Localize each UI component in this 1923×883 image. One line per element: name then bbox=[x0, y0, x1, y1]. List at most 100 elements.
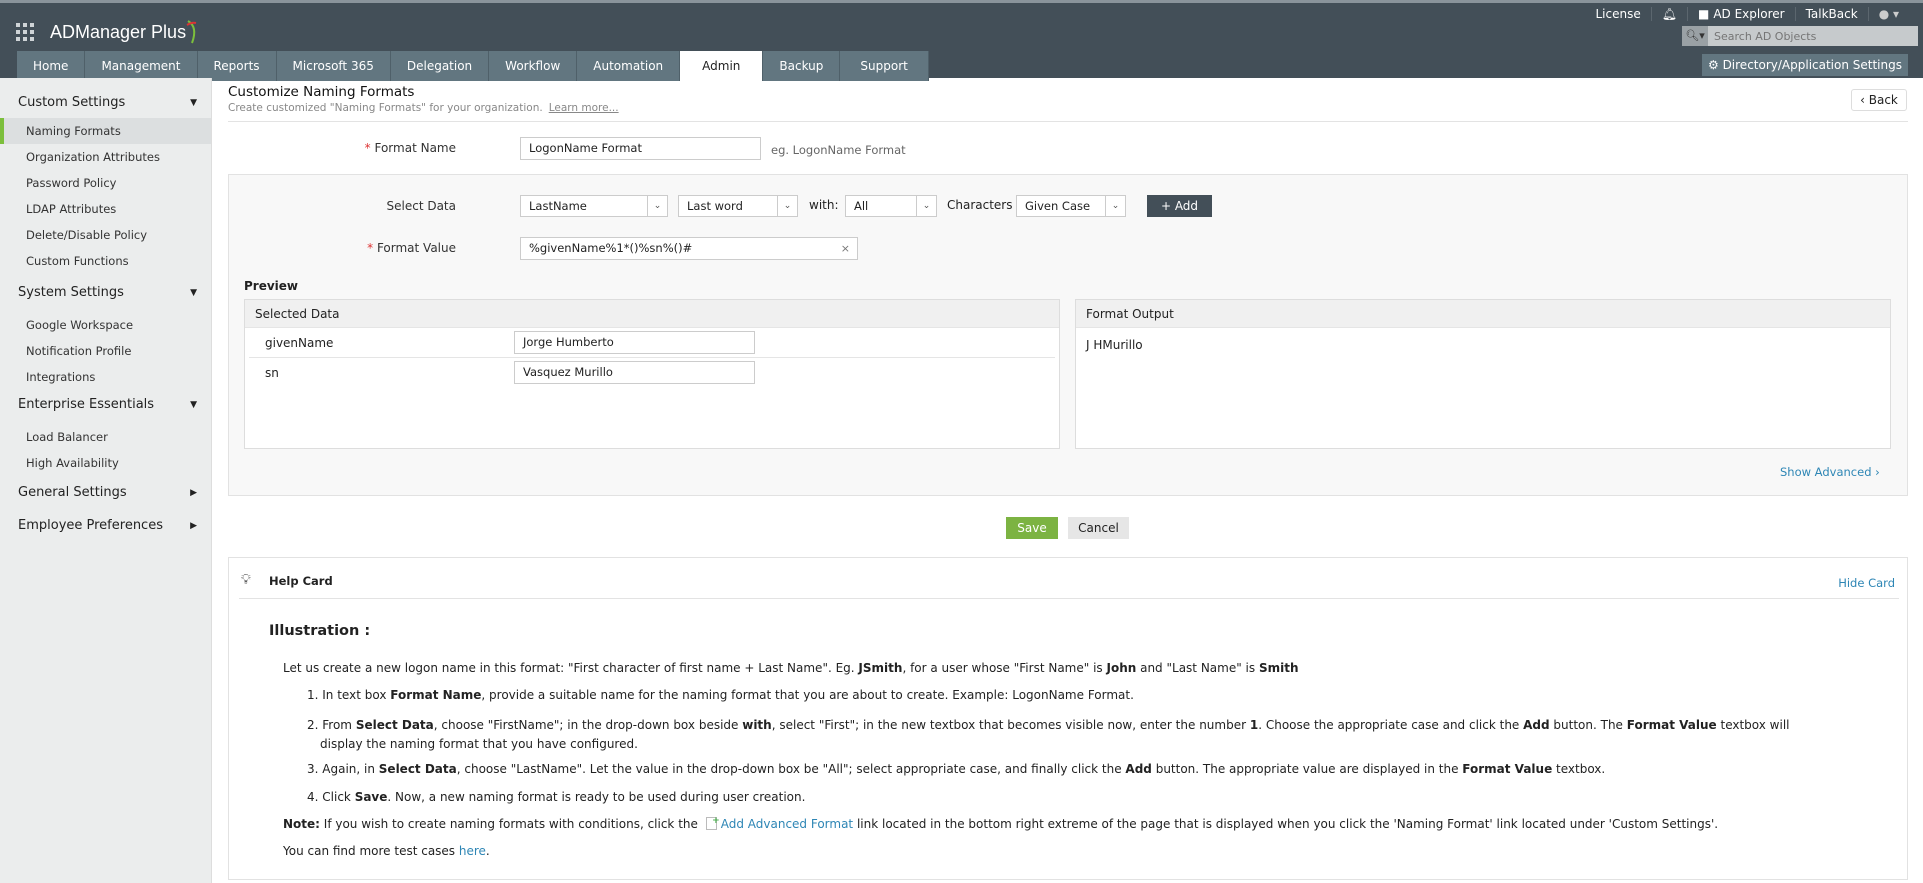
add-document-icon: + bbox=[705, 816, 720, 830]
section-label: Employee Preferences bbox=[18, 518, 163, 533]
format-output-box: Format Output J HMurillo bbox=[1075, 299, 1891, 449]
case-dropdown[interactable]: Given Case ⌄ bbox=[1016, 195, 1126, 217]
sidebar-section-custom-settings[interactable]: Custom Settings ▼ bbox=[0, 88, 211, 118]
with-dropdown[interactable]: All ⌄ bbox=[845, 195, 937, 217]
top-header: ADManager Plus License 🔔︎ ■ AD Explorer T… bbox=[0, 0, 1923, 81]
subtitle-text: Create customized "Naming Formats" for y… bbox=[228, 102, 543, 114]
tab-management[interactable]: Management bbox=[85, 51, 198, 81]
format-value-label: * Format Value bbox=[367, 241, 456, 255]
save-button[interactable]: Save bbox=[1006, 517, 1058, 539]
add-button[interactable]: + Add bbox=[1147, 195, 1212, 217]
selected-value: Given Case bbox=[1025, 199, 1091, 213]
format-value-text: %givenName%1*()%sn%()# bbox=[529, 241, 693, 255]
step-4: 4. Click Save. Now, a new naming format … bbox=[307, 790, 806, 804]
format-value-input[interactable]: %givenName%1*()%sn%()# × bbox=[520, 237, 858, 260]
search-input[interactable] bbox=[1708, 29, 1908, 43]
chevron-down-icon: ⌄ bbox=[1105, 196, 1125, 216]
format-name-label: * Format Name bbox=[364, 141, 456, 155]
selected-value: All bbox=[854, 199, 869, 213]
here-link[interactable]: here bbox=[459, 844, 486, 858]
sidebar-item-naming-formats[interactable]: Naming Formats bbox=[0, 118, 211, 144]
app-logo[interactable]: ADManager Plus bbox=[16, 19, 200, 45]
show-advanced-label: Show Advanced bbox=[1780, 465, 1872, 479]
clear-icon[interactable]: × bbox=[841, 238, 850, 259]
sidebar-section-system-settings[interactable]: System Settings ▼ bbox=[0, 278, 211, 308]
sn-input[interactable]: Vasquez Murillo bbox=[514, 361, 755, 384]
format-output-value: J HMurillo bbox=[1086, 338, 1143, 352]
help-card: 💡︎ Help Card Hide Card Illustration : Le… bbox=[228, 557, 1908, 880]
caret-down-icon: ▼ bbox=[190, 400, 197, 410]
back-button[interactable]: ‹ Back bbox=[1851, 89, 1907, 111]
caret-right-icon: ▶ bbox=[190, 488, 197, 498]
attr-name: givenName bbox=[265, 336, 334, 350]
format-name-input[interactable]: LogonName Format bbox=[520, 137, 761, 160]
sidebar-item-custom-functions[interactable]: Custom Functions bbox=[0, 248, 211, 274]
label-text: Format Value bbox=[376, 241, 456, 255]
preview-heading: Preview bbox=[244, 279, 299, 293]
ad-explorer-link[interactable]: ■ AD Explorer bbox=[1688, 7, 1796, 21]
tab-backup[interactable]: Backup bbox=[763, 51, 841, 81]
tab-admin[interactable]: Admin bbox=[680, 51, 764, 81]
sidebar-item-load-balancer[interactable]: Load Balancer bbox=[0, 424, 211, 450]
caret-down-icon: ▼ bbox=[190, 98, 197, 108]
sidebar-item-notification-profile[interactable]: Notification Profile bbox=[0, 338, 211, 364]
table-row: sn Vasquez Murillo bbox=[249, 358, 1055, 388]
directory-settings-button[interactable]: ⚙ Directory/Application Settings bbox=[1702, 54, 1908, 76]
tab-support[interactable]: Support bbox=[840, 51, 929, 81]
sidebar-item-high-availability[interactable]: High Availability bbox=[0, 450, 211, 476]
sidebar-section-enterprise-essentials[interactable]: Enterprise Essentials ▼ bbox=[0, 390, 211, 420]
section-label: Enterprise Essentials bbox=[18, 397, 155, 412]
sidebar-item-organization-attributes[interactable]: Organization Attributes bbox=[0, 144, 211, 170]
sidebar-item-password-policy[interactable]: Password Policy bbox=[0, 170, 211, 196]
step-3: 3. Again, in Select Data, choose "LastNa… bbox=[307, 762, 1606, 776]
section-label: Custom Settings bbox=[18, 95, 126, 110]
sidebar-section-general-settings[interactable]: General Settings ▶ bbox=[0, 478, 211, 508]
sidebar-section-employee-preferences[interactable]: Employee Preferences ▶ bbox=[0, 511, 211, 541]
cancel-button[interactable]: Cancel bbox=[1068, 517, 1129, 539]
bell-icon[interactable]: 🔔︎ bbox=[1652, 7, 1688, 21]
tab-automation[interactable]: Automation bbox=[577, 51, 681, 81]
select-data-label: Select Data bbox=[386, 199, 457, 213]
format-output-header: Format Output bbox=[1076, 300, 1890, 328]
chevron-down-icon: ⌄ bbox=[916, 196, 936, 216]
tab-reports[interactable]: Reports bbox=[197, 51, 277, 81]
tab-microsoft-365[interactable]: Microsoft 365 bbox=[276, 51, 391, 81]
hide-card-link[interactable]: Hide Card bbox=[1838, 576, 1895, 590]
with-label: with: bbox=[809, 198, 839, 212]
tab-workflow[interactable]: Workflow bbox=[489, 51, 578, 81]
step-1: 1. In text box Format Name, provide a su… bbox=[307, 688, 1134, 702]
show-advanced-link[interactable]: Show Advanced › bbox=[1780, 465, 1880, 479]
talkback-link[interactable]: TalkBack bbox=[1796, 7, 1869, 21]
add-label: Add bbox=[1174, 199, 1199, 213]
more-text: You can find more test cases here. bbox=[283, 844, 490, 858]
tab-home[interactable]: Home bbox=[17, 51, 86, 81]
logo-swoosh-icon bbox=[186, 20, 197, 44]
app-grid-icon[interactable] bbox=[16, 23, 34, 41]
select-data-dropdown[interactable]: LastName ⌄ bbox=[520, 195, 668, 217]
help-card-title: Help Card bbox=[269, 574, 333, 588]
sidebar-item-google-workspace[interactable]: Google Workspace bbox=[0, 312, 211, 338]
directory-settings-label: Directory/Application Settings bbox=[1722, 58, 1902, 72]
selected-value: Last word bbox=[687, 199, 743, 213]
note-text: Note: If you wish to create naming forma… bbox=[283, 816, 1719, 831]
learn-more-link[interactable]: Learn more... bbox=[549, 102, 619, 114]
plus-icon: + bbox=[1160, 199, 1175, 213]
selected-data-box: Selected Data givenName Jorge Humberto s… bbox=[244, 299, 1060, 449]
word-dropdown[interactable]: Last word ⌄ bbox=[678, 195, 798, 217]
search-icon[interactable]: 🔍︎▾ bbox=[1682, 26, 1708, 46]
page-subtitle: Create customized "Naming Formats" for y… bbox=[228, 102, 619, 114]
sidebar-item-ldap-attributes[interactable]: LDAP Attributes bbox=[0, 196, 211, 222]
sidebar-item-delete-disable-policy[interactable]: Delete/Disable Policy bbox=[0, 222, 211, 248]
chevron-down-icon: ⌄ bbox=[647, 196, 667, 216]
sidebar-item-integrations[interactable]: Integrations bbox=[0, 364, 211, 390]
chevron-down-icon: ⌄ bbox=[777, 196, 797, 216]
license-link[interactable]: License bbox=[1586, 7, 1652, 21]
label-text: Format Name bbox=[374, 141, 456, 155]
user-avatar-icon[interactable]: ● ▾ bbox=[1869, 7, 1909, 21]
tab-delegation[interactable]: Delegation bbox=[390, 51, 490, 81]
back-label: Back bbox=[1868, 93, 1898, 107]
characters-label: Characters bbox=[947, 198, 1013, 212]
given-name-input[interactable]: Jorge Humberto bbox=[514, 331, 755, 354]
section-label: General Settings bbox=[18, 485, 127, 500]
add-advanced-format-link[interactable]: Add Advanced Format bbox=[721, 817, 853, 831]
